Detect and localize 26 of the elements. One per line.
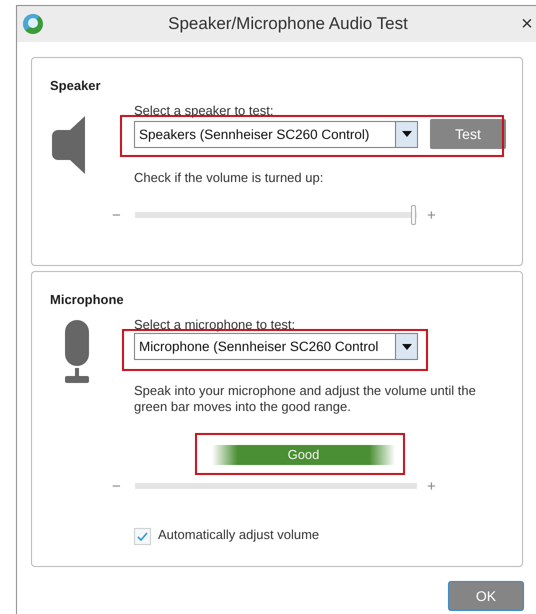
instructions-text: Speak into your microphone and adjust the volume until the green bar moves into the good range. [134, 383, 477, 415]
section-heading: Speaker [50, 78, 102, 93]
minus-sign[interactable]: − [112, 478, 135, 494]
volume-label: Check if the volume is turned up: [134, 171, 324, 185]
slider-thumb[interactable] [411, 205, 416, 225]
select-label: Select a speaker to test: [134, 104, 274, 118]
app-logo-icon [22, 13, 44, 35]
close-icon[interactable]: × [512, 12, 536, 36]
plus-sign[interactable]: + [427, 478, 450, 494]
ok-button[interactable]: OK [449, 582, 523, 610]
microphone-icon [65, 320, 89, 383]
speaker-dropdown[interactable]: Speakers (Sennheiser SC260 Control) [134, 120, 418, 148]
section-heading: Microphone [50, 292, 125, 307]
minus-sign[interactable]: − [112, 206, 135, 224]
checkbox[interactable] [134, 528, 151, 545]
select-label: Select a microphone to test: [134, 318, 296, 332]
speaker-icon [50, 116, 88, 174]
test-button[interactable]: Test [430, 119, 506, 149]
level-meter: Good [212, 445, 395, 465]
plus-sign[interactable]: + [427, 206, 450, 224]
window-title: Speaker/Microphone Audio Test [167, 14, 409, 34]
caret-icon [402, 131, 412, 137]
check-icon [137, 532, 148, 541]
microphone-dropdown[interactable]: Microphone (Sennheiser SC260 Control [134, 333, 418, 360]
checkbox-label: Automatically adjust volume [158, 528, 320, 542]
caret-icon [402, 344, 412, 350]
